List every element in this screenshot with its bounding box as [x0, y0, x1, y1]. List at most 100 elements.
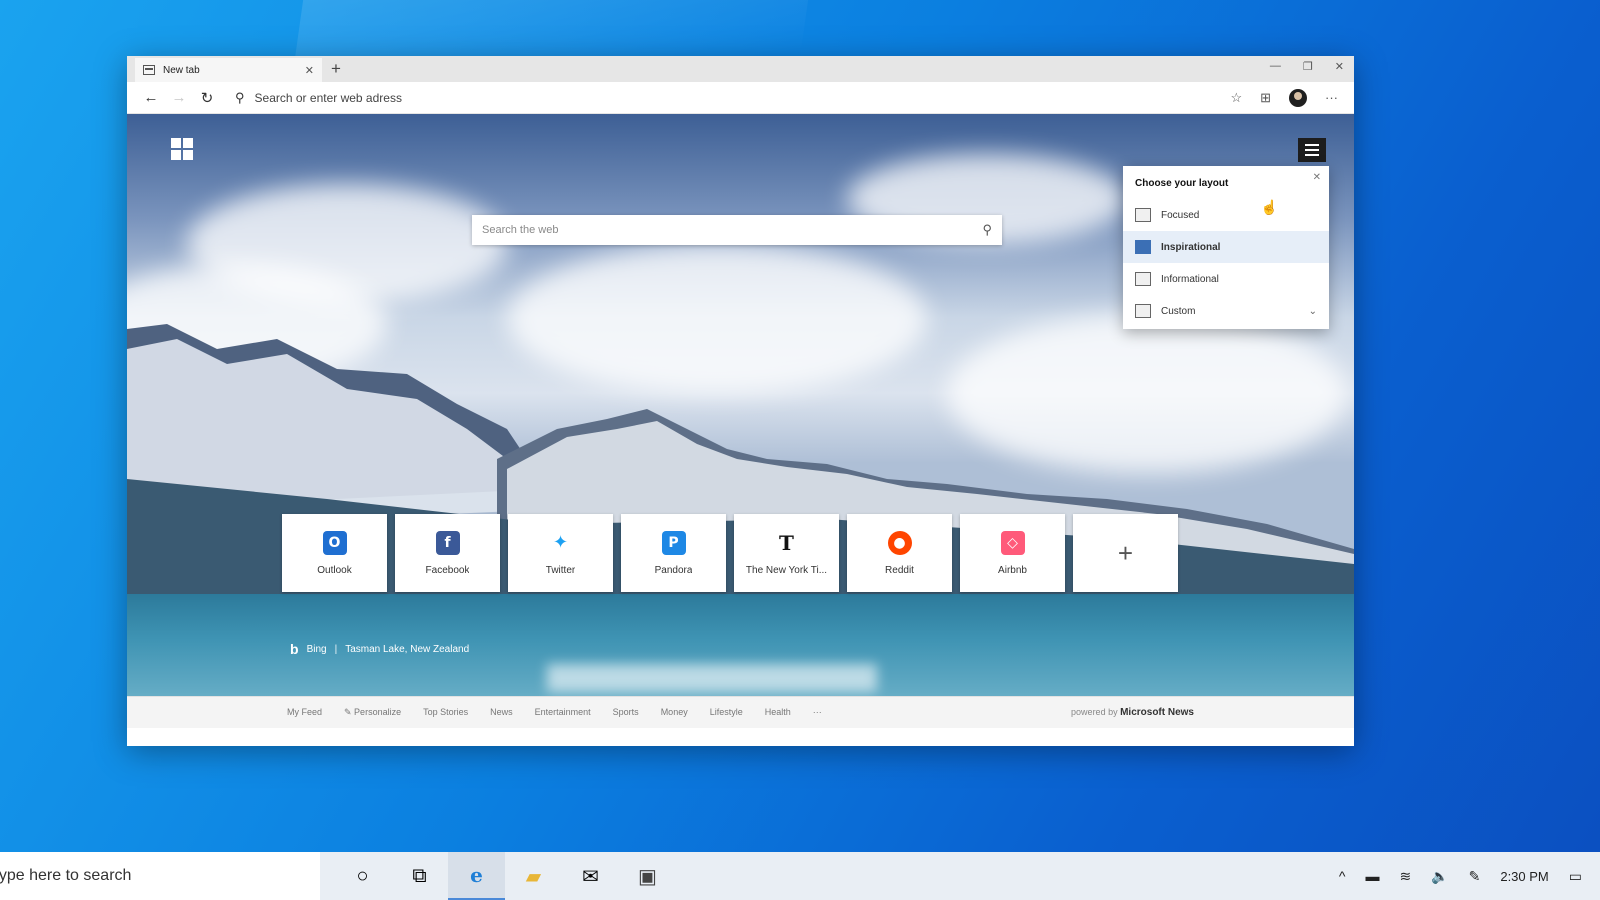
twitter-icon: ✦: [548, 530, 573, 555]
news-category-news[interactable]: News: [490, 707, 513, 718]
quick-link-label: Pandora: [654, 564, 693, 576]
news-category-entertainment[interactable]: Entertainment: [535, 707, 591, 718]
title-bar: New tab ✕ + — ❐ ✕: [127, 56, 1354, 82]
news-category-bar: My Feed ✎ Personalize Top Stories News E…: [127, 696, 1354, 728]
news-category-top-stories[interactable]: Top Stories: [423, 707, 468, 718]
image-credit[interactable]: b Bing | Tasman Lake, New Zealand: [290, 641, 469, 657]
layout-option-label: Informational: [1161, 273, 1219, 285]
news-category-personalize[interactable]: ✎ Personalize: [344, 707, 401, 718]
custom-layout-icon: [1135, 304, 1151, 318]
maximize-button[interactable]: ❐: [1303, 60, 1313, 73]
mouse-cursor-icon: ☝: [1260, 199, 1278, 215]
informational-layout-icon: [1135, 272, 1151, 286]
web-search-input[interactable]: [482, 224, 983, 236]
address-placeholder: Search or enter web adress: [254, 90, 402, 105]
layout-flyout-title: Choose your layout: [1135, 178, 1229, 189]
task-view-icon[interactable]: ⧉: [391, 852, 448, 900]
quick-link-label: Airbnb: [998, 564, 1027, 576]
quick-link-label: The New York Ti...: [745, 564, 828, 576]
store-icon[interactable]: ▣: [619, 852, 676, 900]
credit-location: Tasman Lake, New Zealand: [345, 643, 470, 655]
quick-link-label: Outlook: [317, 564, 352, 576]
plus-icon: +: [1117, 538, 1134, 568]
layout-option-custom[interactable]: Custom ⌄: [1123, 295, 1329, 327]
mail-icon[interactable]: ✉: [562, 852, 619, 900]
cortana-icon[interactable]: ○: [334, 852, 391, 900]
layout-option-inspirational[interactable]: Inspirational: [1123, 231, 1329, 263]
toolbar-right: ☆ ⊞ ···: [1230, 88, 1338, 107]
layout-option-label: Custom: [1161, 305, 1196, 317]
news-category-more[interactable]: ···: [813, 707, 822, 718]
quick-link-nytimes[interactable]: T The New York Ti...: [734, 514, 839, 592]
news-category-lifestyle[interactable]: Lifestyle: [710, 707, 743, 718]
forward-arrow-icon[interactable]: →: [165, 89, 193, 106]
tab-close-icon[interactable]: ✕: [305, 64, 314, 77]
notification-center-icon[interactable]: ▭: [1569, 868, 1582, 885]
pen-icon[interactable]: ✎: [1469, 868, 1481, 885]
edge-icon[interactable]: e: [448, 852, 505, 900]
web-search-box: ⚲: [472, 215, 1002, 245]
inspirational-layout-icon: [1135, 240, 1151, 254]
quick-link-facebook[interactable]: f Facebook: [395, 514, 500, 592]
layout-option-label: Focused: [1161, 209, 1200, 221]
add-quick-link-button[interactable]: +: [1073, 514, 1178, 592]
chevron-down-icon[interactable]: ⌄: [1309, 306, 1317, 317]
system-tray: ^ ▬ ≋ 🔈 ✎ 2:30 PM ▭: [1339, 868, 1600, 885]
tab-new-tab[interactable]: New tab ✕: [135, 58, 322, 82]
search-icon[interactable]: ⚲: [982, 222, 992, 238]
address-bar[interactable]: ⚲ Search or enter web adress: [235, 90, 1230, 106]
quick-link-pandora[interactable]: P Pandora: [621, 514, 726, 592]
quick-link-label: Facebook: [425, 564, 470, 576]
facebook-icon: f: [435, 530, 460, 555]
chevron-up-icon[interactable]: ^: [1339, 868, 1346, 884]
credit-divider: |: [334, 643, 338, 655]
layout-flyout: Choose your layout ✕ Focused Inspiration…: [1123, 166, 1329, 329]
layout-option-label: Inspirational: [1161, 241, 1221, 253]
file-explorer-icon[interactable]: ▰: [505, 852, 562, 900]
quick-link-airbnb[interactable]: ◇ Airbnb: [960, 514, 1065, 592]
minimize-button[interactable]: —: [1270, 60, 1281, 73]
focused-layout-icon: [1135, 208, 1151, 222]
quick-link-label: Twitter: [545, 564, 576, 576]
browser-toolbar: ← → ↻ ⚲ Search or enter web adress ☆ ⊞ ·…: [127, 82, 1354, 114]
quick-link-twitter[interactable]: ✦ Twitter: [508, 514, 613, 592]
volume-icon[interactable]: 🔈: [1431, 868, 1448, 885]
nytimes-icon: T: [774, 530, 799, 555]
news-category-money[interactable]: Money: [661, 707, 688, 718]
pandora-icon: P: [661, 530, 686, 555]
outlook-icon: O: [322, 530, 347, 555]
more-options-icon[interactable]: ···: [1325, 90, 1338, 105]
windows-taskbar: Type here to search ○ ⧉ e ▰ ✉ ▣ ^ ▬ ≋ 🔈 …: [0, 852, 1600, 900]
news-categories: My Feed ✎ Personalize Top Stories News E…: [287, 707, 822, 718]
close-window-button[interactable]: ✕: [1335, 60, 1344, 73]
hamburger-menu-icon[interactable]: [1298, 138, 1326, 162]
new-tab-button[interactable]: +: [331, 59, 341, 79]
network-icon[interactable]: ≋: [1399, 868, 1411, 885]
windows-logo-icon: [171, 138, 193, 160]
quick-links: O Outlook f Facebook ✦ Twitter P Pandora…: [282, 514, 1178, 592]
close-icon[interactable]: ✕: [1313, 172, 1321, 183]
favorite-star-icon[interactable]: ☆: [1230, 90, 1242, 106]
battery-icon[interactable]: ▬: [1365, 868, 1379, 884]
tab-title: New tab: [163, 64, 200, 76]
powered-by-prefix: powered by: [1071, 707, 1118, 717]
search-icon: ⚲: [235, 89, 245, 105]
profile-avatar[interactable]: [1289, 88, 1307, 107]
window-controls: — ❐ ✕: [1270, 60, 1344, 73]
refresh-icon[interactable]: ↻: [193, 89, 221, 107]
layout-option-informational[interactable]: Informational: [1123, 263, 1329, 295]
quick-link-reddit[interactable]: ● Reddit: [847, 514, 952, 592]
news-category-sports[interactable]: Sports: [613, 707, 639, 718]
quick-link-outlook[interactable]: O Outlook: [282, 514, 387, 592]
news-category-health[interactable]: Health: [765, 707, 791, 718]
layout-option-focused[interactable]: Focused: [1123, 199, 1329, 231]
back-arrow-icon[interactable]: ←: [137, 89, 165, 106]
clock[interactable]: 2:30 PM: [1500, 869, 1548, 884]
collections-icon[interactable]: ⊞: [1260, 90, 1271, 106]
quick-link-label: Reddit: [885, 564, 914, 576]
airbnb-icon: ◇: [1000, 530, 1025, 555]
reddit-icon: ●: [887, 530, 912, 555]
news-category-my-feed[interactable]: My Feed: [287, 707, 322, 718]
taskbar-search-box[interactable]: Type here to search: [0, 852, 320, 900]
credit-brand: Bing: [306, 643, 327, 655]
